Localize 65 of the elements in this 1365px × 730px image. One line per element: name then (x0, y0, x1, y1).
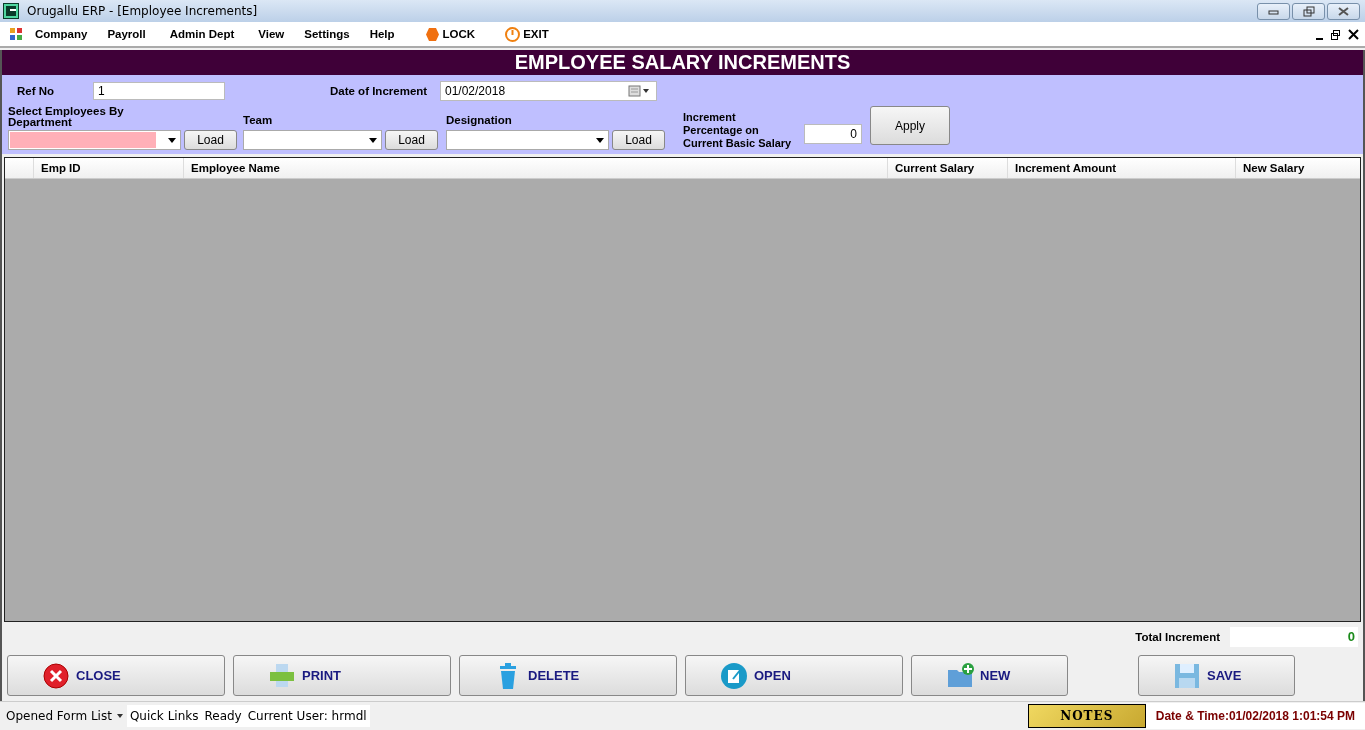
mdi-close-button[interactable] (1346, 28, 1361, 40)
opened-form-list-dropdown[interactable]: Opened Form List (0, 705, 127, 727)
restore-icon (1330, 29, 1341, 40)
restore-icon (1301, 4, 1316, 18)
edit-document-icon (720, 661, 748, 690)
action-button[interactable]: DELETE (459, 655, 677, 696)
load-button[interactable]: Load (184, 130, 237, 150)
date-time-text: Date & Time:01/02/2018 1:01:54 PM (1145, 703, 1365, 729)
action-button[interactable]: CLOSE (7, 655, 225, 696)
dropdown-caret-icon (115, 713, 124, 719)
restore-button[interactable] (1292, 2, 1325, 20)
form-title: EMPLOYEE SALARY INCREMENTS (514, 51, 851, 74)
dropdown-caret-icon (168, 137, 176, 143)
column-header[interactable]: New Salary (1236, 158, 1329, 178)
total-field: 0 (1230, 627, 1358, 647)
window-title: Orugallu ERP - [Employee Increments] (27, 4, 258, 18)
windows-icon (9, 27, 23, 41)
column-header[interactable]: Employee Name (184, 158, 888, 178)
field-label: Select Employees By Department (8, 106, 125, 128)
status-text: Ready (201, 705, 245, 727)
column-header[interactable]: Current Salary (888, 158, 1008, 178)
date-picker[interactable]: 01/02/2018 (440, 80, 657, 101)
calendar-dropdown-icon (628, 84, 652, 97)
apply-button[interactable]: Apply (870, 106, 950, 145)
field-label: Total Increment (1135, 631, 1220, 643)
close-icon (42, 661, 70, 690)
dropdown-caret-icon (369, 137, 377, 143)
field-label: Designation (446, 115, 513, 126)
ref-no-field[interactable]: 1 (93, 81, 225, 100)
action-button[interactable]: PRINT (233, 655, 451, 696)
menu-item[interactable]: EXIT (501, 26, 553, 42)
folder-add-icon (946, 661, 974, 690)
menu-item[interactable]: Company (31, 28, 92, 40)
notes-button[interactable]: NOTES (1027, 704, 1146, 728)
mdi-restore-button[interactable] (1328, 28, 1343, 40)
column-header[interactable]: Emp ID (34, 158, 184, 178)
hexagon-icon (424, 26, 440, 42)
minimize-icon (1316, 38, 1323, 40)
dropdown-caret-icon (596, 137, 604, 143)
close-icon (1336, 4, 1351, 18)
load-button[interactable]: Load (612, 130, 665, 150)
action-button[interactable]: NEW (911, 655, 1068, 696)
current-user-text: Current User: hrmdl (244, 705, 370, 727)
minimize-button[interactable] (1257, 2, 1290, 20)
quick-links-link[interactable]: Quick Links (126, 705, 202, 727)
action-button[interactable]: SAVE (1138, 655, 1295, 696)
action-button[interactable]: OPEN (685, 655, 903, 696)
load-button[interactable]: Load (385, 130, 438, 150)
close-icon (1348, 29, 1359, 40)
app-logo-icon (3, 3, 19, 19)
menu-item[interactable]: Help (365, 28, 399, 40)
menu-item[interactable]: Settings (300, 28, 354, 40)
menu-item[interactable]: Payroll (103, 28, 150, 40)
field-label: Increment Percentage on Current Basic Salary (683, 111, 793, 150)
menu-item[interactable]: View (254, 28, 289, 40)
percentage-field[interactable]: 0 (804, 124, 862, 144)
field-label: Date of Increment (330, 84, 429, 97)
printer-icon (268, 661, 296, 690)
field-label: Team (243, 115, 274, 126)
menu-item[interactable]: LOCK (420, 26, 480, 42)
menu-item[interactable]: Admin Dept (165, 28, 239, 40)
power-icon (505, 26, 521, 42)
column-header[interactable]: Increment Amount (1008, 158, 1236, 178)
close-button[interactable] (1327, 2, 1360, 20)
field-label: Ref No (17, 84, 56, 97)
